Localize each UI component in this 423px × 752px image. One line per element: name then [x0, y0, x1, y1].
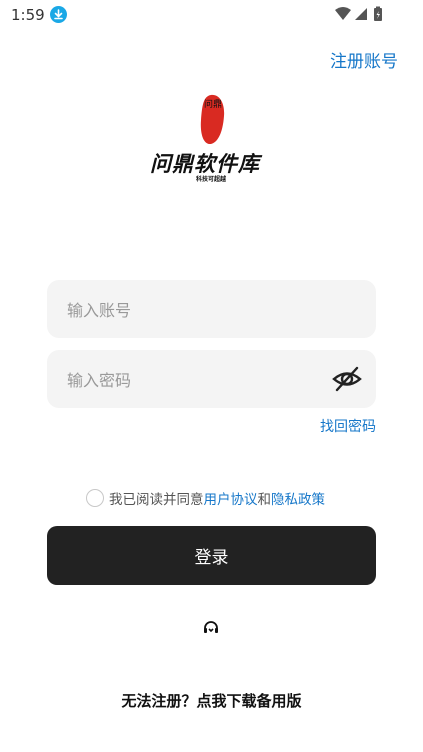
- status-time: 1:59: [11, 6, 45, 24]
- download-backup-link[interactable]: 无法注册？点我下载备用版: [0, 690, 423, 711]
- customer-service-icon[interactable]: [202, 619, 220, 637]
- eye-closed-icon[interactable]: [332, 364, 362, 394]
- privacy-policy-link[interactable]: 隐私政策: [271, 488, 325, 508]
- login-button[interactable]: 登录: [47, 526, 376, 585]
- account-field[interactable]: [47, 280, 376, 340]
- seal-text: 问鼎: [203, 100, 222, 110]
- password-input[interactable]: [65, 350, 339, 410]
- forgot-password-link[interactable]: 找回密码: [320, 416, 376, 436]
- agreement-and: 和: [257, 492, 272, 508]
- account-input[interactable]: [65, 280, 339, 340]
- battery-icon: [374, 6, 382, 21]
- system-icons: [333, 5, 393, 29]
- login-button-label: 登录: [194, 548, 229, 568]
- signal-icon: [355, 8, 367, 20]
- status-bar: 1:59: [0, 0, 423, 30]
- logo-subtitle: 科技可超越: [196, 176, 227, 183]
- agreement-row: 我已阅读并同意 用户协议 和 隐私政策: [86, 487, 325, 509]
- register-account-link[interactable]: 注册账号: [330, 47, 398, 72]
- password-field[interactable]: [47, 350, 376, 410]
- agreement-checkbox[interactable]: [86, 489, 104, 507]
- agreement-prefix: 我已阅读并同意: [109, 492, 204, 508]
- wifi-icon: [335, 7, 351, 20]
- download-notification-icon: [50, 6, 67, 23]
- user-agreement-link[interactable]: 用户协议: [204, 488, 258, 508]
